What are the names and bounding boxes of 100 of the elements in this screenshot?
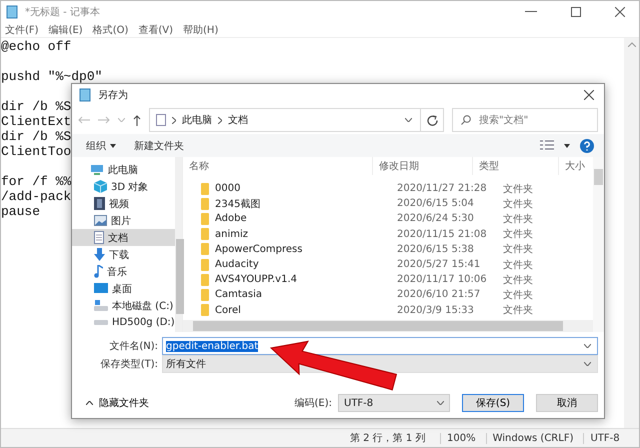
refresh-icon: [426, 114, 438, 126]
film-icon: [94, 197, 105, 210]
caret-icon: [86, 401, 93, 405]
menu-item[interactable]: 文件(F): [5, 23, 39, 37]
save-button[interactable]: 保存(S): [462, 394, 524, 412]
menu-item[interactable]: 编辑(E): [48, 23, 83, 37]
file-name[interactable]: animiz: [215, 228, 248, 240]
column-header[interactable]: 大小: [559, 157, 593, 175]
column-header[interactable]: 名称: [183, 157, 373, 175]
file-name[interactable]: 2345截图: [215, 196, 260, 211]
menu-item[interactable]: 帮助(H): [183, 23, 218, 37]
nav-item[interactable]: 此电脑: [72, 161, 175, 178]
file-name[interactable]: AVS4YOUPP.v1.4: [215, 274, 298, 286]
notepad-icon: [5, 5, 19, 19]
chevron-icon: [172, 116, 176, 124]
breadcrumb[interactable]: 文档: [228, 113, 248, 127]
code-line: ClientToo: [1, 144, 72, 159]
file-name[interactable]: ApowerCompress: [215, 244, 302, 255]
scroll-up-icon[interactable]: [628, 42, 636, 47]
document-icon: [94, 231, 104, 244]
hide-folders-button[interactable]: 隐藏文件夹: [82, 396, 153, 410]
help-icon[interactable]: [580, 138, 594, 152]
field-label: 编码(E):: [294, 396, 332, 410]
column-header[interactable]: 类型: [473, 157, 559, 175]
table-cell-text: 2020/6/15 5:04: [396, 198, 475, 210]
dropdown-icon[interactable]: [405, 118, 412, 122]
table-cell-text: 2020/11/27 21:28: [396, 183, 488, 194]
file-name[interactable]: Adobe: [215, 213, 247, 224]
close-icon[interactable]: [584, 90, 594, 100]
table-cell-text: 2020/6/24 5:30: [396, 213, 475, 224]
nav-item[interactable]: 视频: [72, 195, 175, 212]
file-name[interactable]: 0000: [215, 183, 240, 194]
folder-icon: [201, 212, 209, 225]
window-title: *无标题 - 记事本: [25, 6, 100, 19]
table-cell-text: 文件夹: [502, 198, 534, 211]
folder-icon: [201, 182, 209, 195]
computer-icon: [90, 164, 104, 176]
file-name[interactable]: Camtasia: [215, 289, 262, 300]
dropdown-icon: [584, 362, 591, 366]
drive-icon: [94, 320, 108, 326]
new-folder-button[interactable]: 新建文件夹: [130, 136, 188, 154]
folder-icon: [201, 274, 209, 286]
nav-item[interactable]: 音乐: [72, 263, 175, 280]
nav-item[interactable]: 本地磁盘 (C:): [72, 297, 175, 314]
folder-icon: [201, 243, 209, 256]
notepad-icon: [78, 88, 92, 102]
status-text: 100%: [440, 432, 486, 444]
cancel-button[interactable]: 取消: [536, 394, 598, 412]
column-header[interactable]: 修改日期: [373, 157, 473, 175]
file-name[interactable]: Audacity: [215, 259, 259, 270]
nav-item[interactable]: 下载: [72, 246, 175, 263]
dialog-title: 另存为: [98, 88, 128, 102]
table-cell-text: 文件夹: [502, 304, 534, 318]
nav-item[interactable]: 文档: [72, 229, 175, 246]
folder-icon: [201, 288, 209, 301]
code-line: dir /b %S: [1, 129, 72, 144]
cube-icon: [94, 180, 107, 193]
download-icon: [94, 248, 105, 261]
nav-item[interactable]: 图片: [72, 212, 175, 229]
code-line: for /f %%: [1, 174, 72, 189]
organize-button[interactable]: 组织: [82, 136, 120, 154]
desktop-icon: [94, 283, 108, 294]
menu-item[interactable]: 格式(O): [92, 23, 128, 37]
table-cell-text: 2020/3/9 15:33: [396, 304, 475, 316]
nav-item[interactable]: HD500g (D:): [72, 314, 175, 331]
code-line: @echo off: [1, 39, 72, 54]
table-cell-text: 文件夹: [502, 212, 534, 226]
view-list-icon[interactable]: [540, 140, 554, 152]
music-note-icon: [94, 265, 103, 278]
nav-item[interactable]: 桌面: [72, 280, 175, 297]
table-cell-text: 2020/5/27 15:41: [396, 259, 482, 270]
scrollbar[interactable]: [183, 320, 593, 332]
field-label: 文件名(N):: [108, 340, 159, 353]
status-text: Windows (CRLF): [486, 432, 584, 444]
folder-icon: [201, 198, 209, 210]
status-text: UTF-8: [583, 432, 630, 444]
nav-item[interactable]: 3D 对象: [72, 178, 175, 195]
refresh-button[interactable]: [420, 108, 444, 132]
maximize-icon[interactable]: [571, 7, 581, 17]
table-cell-text: 文件夹: [502, 288, 534, 302]
code-line: dir /b %S: [1, 99, 72, 114]
scrollbar[interactable]: [593, 157, 604, 332]
code-line: pause: [1, 204, 40, 219]
chevron-icon: [218, 116, 222, 124]
breadcrumb[interactable]: 此电脑: [182, 113, 212, 127]
scrollbar[interactable]: [624, 38, 639, 428]
close-icon[interactable]: [615, 7, 625, 17]
search-field[interactable]: 搜索"文档": [452, 108, 598, 132]
table-cell-text: 文件夹: [502, 242, 534, 256]
minimize-icon[interactable]: [525, 11, 537, 13]
address-bar[interactable]: 此电脑 文档: [149, 108, 421, 132]
code-line: pushd "%~dp0": [1, 69, 102, 84]
file-name[interactable]: Corel: [215, 304, 241, 316]
caret-icon[interactable]: [564, 144, 570, 148]
dropdown-icon[interactable]: [584, 344, 591, 348]
up-arrow-icon[interactable]: [133, 114, 141, 126]
menu-item[interactable]: 查看(V): [138, 23, 174, 37]
scrollbar[interactable]: [174, 157, 182, 332]
encoding-dropdown[interactable]: UTF-8: [338, 394, 450, 412]
folder-icon: [201, 304, 209, 316]
